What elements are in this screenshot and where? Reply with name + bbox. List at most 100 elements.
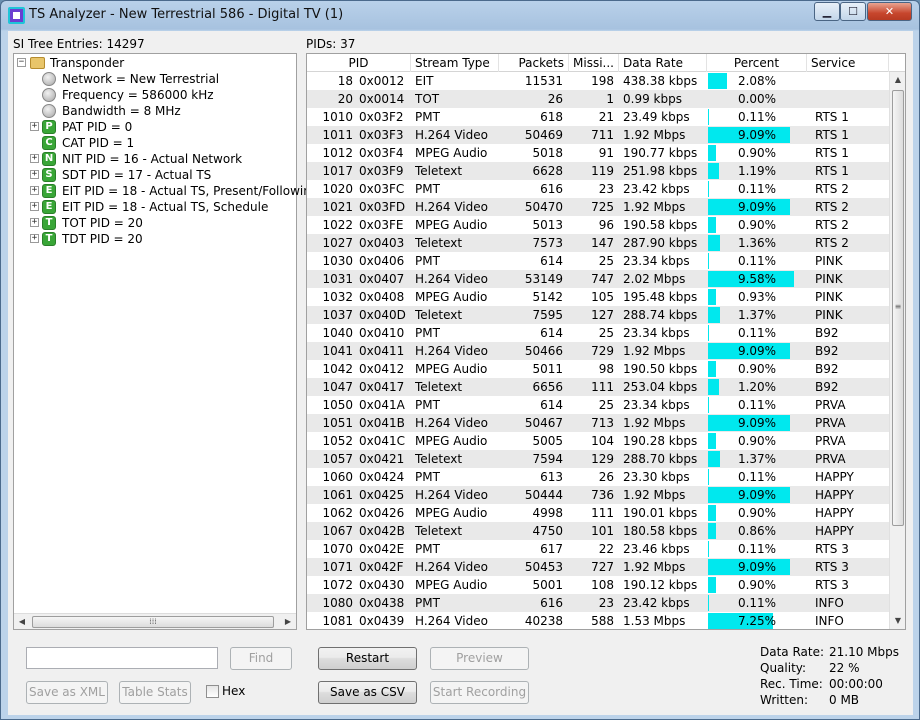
table-row[interactable]: 1032 0x0408 MPEG Audio 5142 105 195.48 kbps 0.… bbox=[307, 288, 889, 306]
column-header-pid[interactable]: PID bbox=[307, 54, 411, 72]
scroll-left-icon[interactable]: ◀ bbox=[14, 614, 30, 630]
tree-node[interactable]: + P PAT PID = 0 bbox=[14, 119, 294, 135]
preview-button[interactable]: Preview bbox=[430, 647, 529, 670]
restart-button[interactable]: Restart bbox=[318, 647, 417, 670]
table-row[interactable]: 1010 0x03F2 PMT 618 21 23.49 kbps 0.11% RTS 1 bbox=[307, 108, 889, 126]
table-row[interactable]: 1050 0x041A PMT 614 25 23.34 kbps 0.11% PRVA bbox=[307, 396, 889, 414]
missing-cell: 98 bbox=[598, 362, 614, 376]
minimize-button[interactable]: ▁ bbox=[814, 2, 840, 21]
table-row[interactable]: 1037 0x040D Teletext 7595 127 288.74 kbps 1.37… bbox=[307, 306, 889, 324]
tree-horizontal-scrollbar[interactable]: ◀ ⁞⁞⁞ ▶ bbox=[14, 613, 296, 629]
tree-node[interactable]: + S SDT PID = 17 - Actual TS bbox=[14, 167, 294, 183]
save-as-csv-button[interactable]: Save as CSV bbox=[318, 681, 417, 704]
expand-icon[interactable]: + bbox=[30, 202, 39, 211]
missing-cell: 104 bbox=[591, 434, 614, 448]
start-recording-button[interactable]: Start Recording bbox=[430, 681, 529, 704]
tree-node[interactable]: + N NIT PID = 16 - Actual Network bbox=[14, 151, 294, 167]
pid-table[interactable]: PID Stream Type Packets Missi... Data Rate Pe… bbox=[306, 53, 906, 630]
missing-cell: 119 bbox=[591, 164, 614, 178]
packets-cell: 40238 bbox=[524, 614, 563, 628]
table-vertical-scrollbar[interactable]: ▲ ≡ ▼ bbox=[889, 72, 905, 629]
table-row[interactable]: 1020 0x03FC PMT 616 23 23.42 kbps 0.11% RTS 2 bbox=[307, 180, 889, 198]
column-header-missing[interactable]: Missi... bbox=[569, 54, 619, 72]
tree-node[interactable]: Bandwidth = 8 MHz bbox=[14, 103, 294, 119]
table-row[interactable]: 1061 0x0425 H.264 Video 50444 736 1.92 Mbps 9.… bbox=[307, 486, 889, 504]
service-cell: RTS 2 bbox=[815, 200, 849, 214]
pid-cell: 1012 bbox=[322, 146, 353, 160]
data-rate-cell: 1.92 Mbps bbox=[623, 416, 686, 430]
find-input[interactable] bbox=[26, 647, 218, 669]
table-row[interactable]: 1040 0x0410 PMT 614 25 23.34 kbps 0.11% B92 bbox=[307, 324, 889, 342]
expand-icon[interactable]: + bbox=[30, 154, 39, 163]
table-row[interactable]: 1041 0x0411 H.264 Video 50466 729 1.92 Mbps 9.… bbox=[307, 342, 889, 360]
table-scroll-thumb[interactable]: ≡ bbox=[892, 90, 904, 526]
table-row[interactable]: 1052 0x041C MPEG Audio 5005 104 190.28 kbps 0.… bbox=[307, 432, 889, 450]
table-row[interactable]: 1042 0x0412 MPEG Audio 5011 98 190.50 kbps 0.9… bbox=[307, 360, 889, 378]
percent-cell: 9.09% bbox=[737, 344, 777, 358]
table-row[interactable]: 1062 0x0426 MPEG Audio 4998 111 190.01 kbps 0.… bbox=[307, 504, 889, 522]
scroll-up-icon[interactable]: ▲ bbox=[890, 72, 905, 88]
expand-icon[interactable]: + bbox=[30, 186, 39, 195]
table-row[interactable]: 1021 0x03FD H.264 Video 50470 725 1.92 Mbps 9.… bbox=[307, 198, 889, 216]
column-header-packets[interactable]: Packets bbox=[499, 54, 569, 72]
title-bar[interactable]: TS Analyzer - New Terrestrial 586 - Digi… bbox=[1, 1, 919, 31]
table-row[interactable]: 1070 0x042E PMT 617 22 23.46 kbps 0.11% RTS 3 bbox=[307, 540, 889, 558]
packets-cell: 50466 bbox=[524, 344, 563, 358]
table-row[interactable]: 1081 0x0439 H.264 Video 40238 588 1.53 Mbps 7.… bbox=[307, 612, 889, 629]
table-row[interactable]: 1030 0x0406 PMT 614 25 23.34 kbps 0.11% PINK bbox=[307, 252, 889, 270]
table-row[interactable]: 1057 0x0421 Teletext 7594 129 288.70 kbps 1.37… bbox=[307, 450, 889, 468]
scroll-right-icon[interactable]: ▶ bbox=[280, 614, 296, 630]
column-header-stream-type[interactable]: Stream Type bbox=[411, 54, 499, 72]
column-header-percent[interactable]: Percent bbox=[707, 54, 807, 72]
tree-node[interactable]: C CAT PID = 1 bbox=[14, 135, 294, 151]
expand-icon[interactable]: + bbox=[30, 122, 39, 131]
tree-node[interactable]: + T TOT PID = 20 bbox=[14, 215, 294, 231]
collapse-icon[interactable]: − bbox=[17, 58, 26, 67]
tree-node-label: CAT PID = 1 bbox=[62, 136, 135, 150]
table-row[interactable]: 1012 0x03F4 MPEG Audio 5018 91 190.77 kbps 0.9… bbox=[307, 144, 889, 162]
find-button[interactable]: Find bbox=[230, 647, 292, 670]
table-row[interactable]: 1047 0x0417 Teletext 6656 111 253.04 kbps 1.20… bbox=[307, 378, 889, 396]
tree-node[interactable]: Network = New Terrestrial bbox=[14, 71, 294, 87]
tree-node[interactable]: + E EIT PID = 18 - Actual TS, Present/Foll… bbox=[14, 183, 318, 199]
maximize-button[interactable]: ☐ bbox=[840, 2, 866, 21]
stream-type-cell: PMT bbox=[415, 182, 440, 196]
hex-checkbox[interactable] bbox=[206, 685, 219, 698]
table-row[interactable]: 1022 0x03FE MPEG Audio 5013 96 190.58 kbps 0.9… bbox=[307, 216, 889, 234]
table-row[interactable]: 1072 0x0430 MPEG Audio 5001 108 190.12 kbps 0.… bbox=[307, 576, 889, 594]
table-row[interactable]: 20 0x0014 TOT 26 1 0.99 kbps 0.00% bbox=[307, 90, 889, 108]
table-row[interactable]: 1011 0x03F3 H.264 Video 50469 711 1.92 Mbps 9.… bbox=[307, 126, 889, 144]
tree-node[interactable]: − Transponder bbox=[14, 55, 294, 71]
stream-type-cell: PMT bbox=[415, 542, 440, 556]
table-row[interactable]: 1031 0x0407 H.264 Video 53149 747 2.02 Mbps 9.… bbox=[307, 270, 889, 288]
table-row[interactable]: 1071 0x042F H.264 Video 50453 727 1.92 Mbps 9.… bbox=[307, 558, 889, 576]
table-row[interactable]: 1017 0x03F9 Teletext 6628 119 251.98 kbps 1.19… bbox=[307, 162, 889, 180]
table-stats-button[interactable]: Table Stats bbox=[119, 681, 191, 704]
scroll-down-icon[interactable]: ▼ bbox=[890, 613, 905, 629]
expand-icon[interactable]: + bbox=[30, 234, 39, 243]
close-button[interactable]: ✕ bbox=[867, 2, 912, 21]
tree-node[interactable]: + T TDT PID = 20 bbox=[14, 231, 294, 247]
pid-hex-cell: 0x0412 bbox=[359, 362, 405, 376]
table-row[interactable]: 1051 0x041B H.264 Video 50467 713 1.92 Mbps 9.… bbox=[307, 414, 889, 432]
table-row[interactable]: 1027 0x0403 Teletext 7573 147 287.90 kbps 1.36… bbox=[307, 234, 889, 252]
table-row[interactable]: 18 0x0012 EIT 11531 198 438.38 kbps 2.08% bbox=[307, 72, 889, 90]
packets-cell: 616 bbox=[540, 182, 563, 196]
si-tree[interactable]: − Transponder Network = New Terrestrial Fre… bbox=[13, 53, 318, 630]
packets-cell: 5011 bbox=[532, 362, 563, 376]
table-badge-icon: T bbox=[42, 232, 56, 246]
tree-scroll-thumb[interactable]: ⁞⁞⁞ bbox=[32, 616, 274, 628]
pid-cell: 1011 bbox=[322, 128, 353, 142]
table-row[interactable]: 1067 0x042B Teletext 4750 101 180.58 kbps 0.86… bbox=[307, 522, 889, 540]
expand-icon[interactable]: + bbox=[30, 170, 39, 179]
table-row[interactable]: 1080 0x0438 PMT 616 23 23.42 kbps 0.11% INFO bbox=[307, 594, 889, 612]
table-row[interactable]: 1060 0x0424 PMT 613 26 23.30 kbps 0.11% HAPPY bbox=[307, 468, 889, 486]
column-header-data-rate[interactable]: Data Rate bbox=[619, 54, 707, 72]
tree-node[interactable]: + E EIT PID = 18 - Actual TS, Schedule bbox=[14, 199, 294, 215]
tree-node[interactable]: Frequency = 586000 kHz bbox=[14, 87, 294, 103]
missing-cell: 96 bbox=[598, 218, 614, 232]
service-cell: B92 bbox=[815, 362, 839, 376]
column-header-service[interactable]: Service bbox=[807, 54, 889, 72]
save-as-xml-button[interactable]: Save as XML bbox=[26, 681, 108, 704]
expand-icon[interactable]: + bbox=[30, 218, 39, 227]
